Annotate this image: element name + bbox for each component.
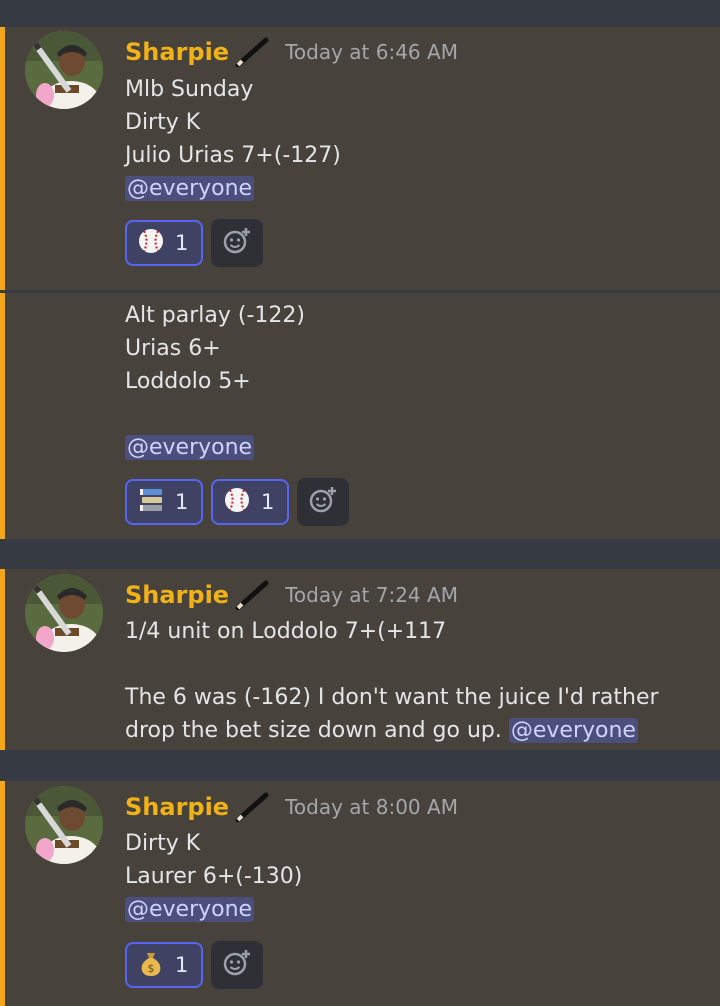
avatar[interactable]	[25, 31, 103, 109]
reaction[interactable]: 1	[125, 220, 203, 266]
svg-text:$: $	[148, 962, 155, 975]
add-emoji-icon	[222, 948, 252, 982]
message-text: Urias 6+	[125, 336, 221, 361]
pencil-icon	[235, 792, 269, 822]
pencil-icon	[235, 37, 269, 67]
message-text: Dirty K	[125, 110, 201, 135]
message-text: The 6 was (-162) I don't want the juice …	[125, 685, 659, 710]
message-header: Sharpie Today at 6:46 AM	[125, 35, 458, 69]
add-reaction-button[interactable]	[211, 219, 263, 267]
message-group: Alt parlay (-122) Urias 6+ Loddolo 5+ @e…	[0, 293, 720, 539]
message-header: Sharpie Today at 7:24 AM	[125, 578, 458, 612]
username[interactable]: Sharpie	[125, 38, 229, 66]
books-icon	[137, 486, 165, 518]
message-text-fragment: drop the bet size down and go up.	[125, 718, 502, 743]
mention[interactable]: @everyone	[125, 897, 255, 922]
message-text: Dirty K	[125, 831, 201, 856]
message-group: Sharpie Today at 7:24 AM 1/4 unit on Lod…	[0, 569, 720, 750]
reaction-count: 1	[261, 490, 275, 514]
mention[interactable]: @everyone	[508, 718, 638, 743]
timestamp[interactable]: Today at 8:00 AM	[285, 795, 458, 819]
add-emoji-icon	[308, 485, 338, 519]
message-group: Sharpie Today at 6:46 AM Mlb Sunday Dirt…	[0, 27, 720, 290]
message-text: Loddolo 5+	[125, 369, 251, 394]
add-emoji-icon	[222, 226, 252, 260]
timestamp[interactable]: Today at 7:24 AM	[285, 583, 458, 607]
message-text: Julio Urias 7+(-127)	[125, 143, 341, 168]
add-reaction-button[interactable]	[211, 941, 263, 989]
message-group: Sharpie Today at 8:00 AM Dirty K Laurer …	[0, 781, 720, 1006]
mention[interactable]: @everyone	[125, 176, 255, 201]
username[interactable]: Sharpie	[125, 793, 229, 821]
avatar[interactable]	[25, 574, 103, 652]
reaction-count: 1	[175, 953, 189, 977]
message-header: Sharpie Today at 8:00 AM	[125, 790, 458, 824]
reaction-count: 1	[175, 231, 189, 255]
message-text: @everyone	[125, 172, 255, 205]
baseball-icon	[137, 227, 165, 259]
message-text: drop the bet size down and go up. @every…	[125, 714, 638, 747]
mention[interactable]: @everyone	[125, 435, 255, 460]
message-text: Laurer 6+(-130)	[125, 864, 303, 889]
timestamp[interactable]: Today at 6:46 AM	[285, 40, 458, 64]
message-text: Alt parlay (-122)	[125, 303, 305, 328]
message-text: @everyone	[125, 431, 255, 464]
message-text: @everyone	[125, 893, 255, 926]
reaction[interactable]: 1	[125, 479, 203, 525]
reaction[interactable]: $ 1	[125, 942, 203, 988]
add-reaction-button[interactable]	[297, 478, 349, 526]
avatar[interactable]	[25, 786, 103, 864]
message-text: 1/4 unit on Loddolo 7+(+117	[125, 619, 447, 644]
money-bag-icon: $	[137, 949, 165, 981]
pencil-icon	[235, 580, 269, 610]
reaction-count: 1	[175, 490, 189, 514]
baseball-icon	[223, 486, 251, 518]
message-text: Mlb Sunday	[125, 77, 254, 102]
username[interactable]: Sharpie	[125, 581, 229, 609]
reaction[interactable]: 1	[211, 479, 289, 525]
